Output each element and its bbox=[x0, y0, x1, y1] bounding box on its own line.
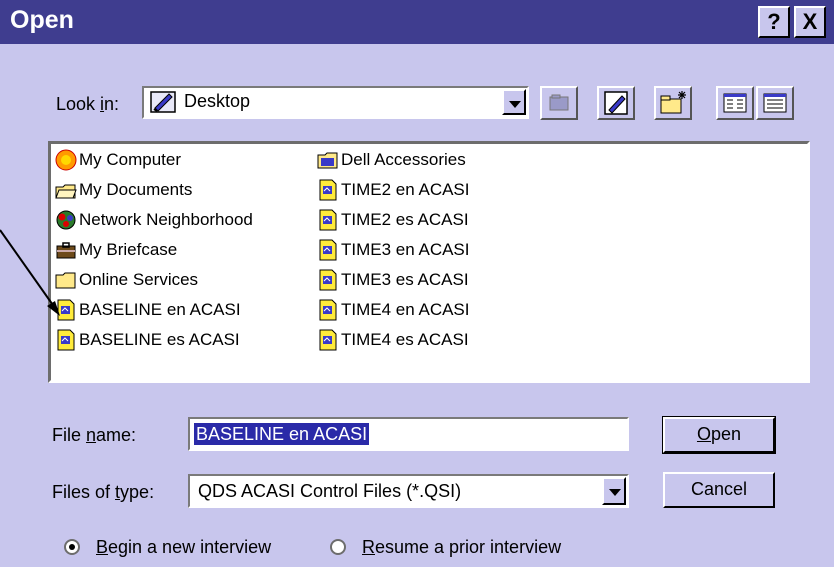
qsi-file-icon bbox=[319, 299, 337, 321]
file-name-label: File name: bbox=[52, 425, 137, 445]
look-in-label: Look in: bbox=[56, 94, 120, 114]
briefcase-icon bbox=[56, 242, 76, 259]
radio-selected-dot bbox=[69, 544, 75, 550]
resume-prior-interview-label: Resume a prior interview bbox=[362, 537, 562, 557]
help-button[interactable]: ? bbox=[758, 6, 790, 38]
qsi-file-icon bbox=[319, 239, 337, 261]
look-in-dropdown[interactable]: Desktop bbox=[142, 86, 529, 119]
details-view-icon bbox=[763, 93, 787, 113]
resume-prior-interview-radio[interactable] bbox=[330, 539, 346, 555]
files-of-type-label: Files of type: bbox=[52, 482, 155, 502]
up-one-level-button[interactable] bbox=[540, 86, 578, 120]
open-button[interactable]: Open bbox=[662, 416, 776, 454]
files-of-type-dropdown-button[interactable] bbox=[602, 477, 626, 505]
folder-icon bbox=[55, 272, 76, 289]
network-icon bbox=[56, 210, 76, 230]
close-button[interactable]: X bbox=[794, 6, 826, 38]
chevron-down-icon bbox=[609, 489, 621, 496]
new-folder-icon bbox=[660, 91, 686, 114]
go-to-desktop-button[interactable] bbox=[597, 86, 635, 120]
file-list[interactable]: My Computer My Documents Network Neighbo… bbox=[48, 141, 810, 383]
desktop-icon bbox=[604, 91, 628, 115]
cancel-button[interactable]: Cancel bbox=[663, 472, 775, 508]
file-name-input[interactable]: BASELINE en ACASI bbox=[188, 417, 629, 451]
look-in-dropdown-button[interactable] bbox=[502, 89, 526, 115]
list-view-button[interactable] bbox=[716, 86, 754, 120]
computer-icon bbox=[55, 149, 77, 171]
qsi-file-icon bbox=[319, 269, 337, 291]
files-of-type-value: QDS ACASI Control Files (*.QSI) bbox=[198, 481, 462, 501]
title-bar[interactable]: Open ? X bbox=[0, 0, 834, 44]
up-folder-icon bbox=[549, 94, 569, 111]
open-dialog: Open ? X Look in: Desktop My Computer My… bbox=[0, 0, 834, 567]
chevron-down-icon bbox=[509, 101, 521, 108]
qsi-file-icon bbox=[57, 299, 75, 321]
qsi-file-icon bbox=[319, 329, 337, 351]
look-in-value: Desktop bbox=[184, 91, 251, 111]
details-view-button[interactable] bbox=[756, 86, 794, 120]
folder-open-icon bbox=[55, 184, 77, 199]
file-name-value: BASELINE en ACASI bbox=[194, 423, 370, 445]
files-of-type-dropdown[interactable]: QDS ACASI Control Files (*.QSI) bbox=[188, 474, 629, 508]
begin-new-interview-label: Begin a new interview bbox=[96, 537, 272, 557]
list-view-icon bbox=[723, 93, 747, 113]
program-folder-icon bbox=[317, 152, 338, 169]
window-title: Open bbox=[10, 6, 74, 34]
close-icon: X bbox=[802, 9, 818, 34]
qsi-file-icon bbox=[319, 179, 337, 201]
desktop-icon bbox=[150, 90, 176, 114]
help-icon: ? bbox=[767, 9, 781, 34]
qsi-file-icon bbox=[319, 209, 337, 231]
qsi-file-icon bbox=[57, 329, 75, 351]
begin-new-interview-radio[interactable] bbox=[64, 539, 80, 555]
create-new-folder-button[interactable] bbox=[654, 86, 692, 120]
